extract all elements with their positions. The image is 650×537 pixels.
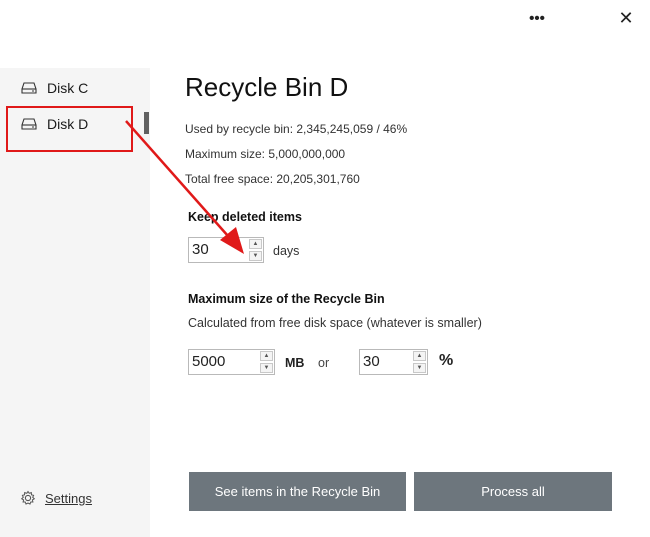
keep-deleted-heading: Keep deleted items — [188, 210, 302, 224]
max-size-heading: Maximum size of the Recycle Bin — [188, 292, 385, 306]
settings-label: Settings — [45, 490, 92, 506]
increment-button[interactable]: ▲ — [413, 351, 426, 361]
max-size-subtext: Calculated from free disk space (whateve… — [188, 316, 482, 330]
settings-link[interactable]: Settings — [20, 490, 92, 506]
recycle-bin-window: ••• ✕ Disk C Disk D Settings Recycle Bin — [0, 0, 650, 537]
decrement-button[interactable]: ▼ — [260, 363, 273, 373]
decrement-button[interactable]: ▼ — [249, 251, 262, 261]
more-horizontal-icon: ••• — [529, 9, 545, 27]
days-stepper[interactable]: 30 ▲ ▼ — [188, 237, 264, 263]
decrement-button[interactable]: ▼ — [413, 363, 426, 373]
total-free-space-text: Total free space: 20,205,301,760 — [185, 172, 360, 186]
annotation-highlight-box — [6, 106, 133, 152]
title-bar: ••• ✕ — [0, 0, 650, 36]
days-unit-label: days — [273, 244, 300, 258]
percent-stepper-buttons: ▲ ▼ — [413, 351, 426, 373]
close-icon: ✕ — [618, 7, 634, 28]
days-value[interactable]: 30 — [192, 241, 209, 258]
or-label: or — [318, 356, 330, 370]
mb-unit-label: MB — [285, 356, 305, 370]
percent-unit-label: % — [439, 352, 454, 369]
mb-value[interactable]: 5000 — [192, 353, 225, 370]
sidebar-item-disk-c[interactable]: Disk C — [0, 72, 150, 104]
used-by-recycle-bin-text: Used by recycle bin: 2,345,245,059 / 46% — [185, 122, 408, 136]
main-panel: Recycle Bin D Used by recycle bin: 2,345… — [150, 36, 650, 537]
mb-stepper[interactable]: 5000 ▲ ▼ — [188, 349, 275, 375]
increment-button[interactable]: ▲ — [249, 239, 262, 249]
percent-value[interactable]: 30 — [363, 353, 380, 370]
days-stepper-buttons: ▲ ▼ — [249, 239, 262, 261]
page-title: Recycle Bin D — [185, 72, 349, 102]
percent-stepper[interactable]: 30 ▲ ▼ — [359, 349, 428, 375]
more-options-button[interactable]: ••• — [519, 4, 555, 32]
see-items-button[interactable]: See items in the Recycle Bin — [189, 472, 406, 511]
gear-icon — [20, 490, 36, 505]
sidebar-item-label: Disk C — [47, 80, 89, 96]
disk-drive-icon — [21, 82, 37, 94]
maximum-size-text: Maximum size: 5,000,000,000 — [185, 147, 346, 161]
close-button[interactable]: ✕ — [608, 4, 644, 32]
increment-button[interactable]: ▲ — [260, 351, 273, 361]
process-all-button[interactable]: Process all — [414, 472, 612, 511]
mb-stepper-buttons: ▲ ▼ — [260, 351, 273, 373]
active-item-indicator — [144, 112, 149, 134]
